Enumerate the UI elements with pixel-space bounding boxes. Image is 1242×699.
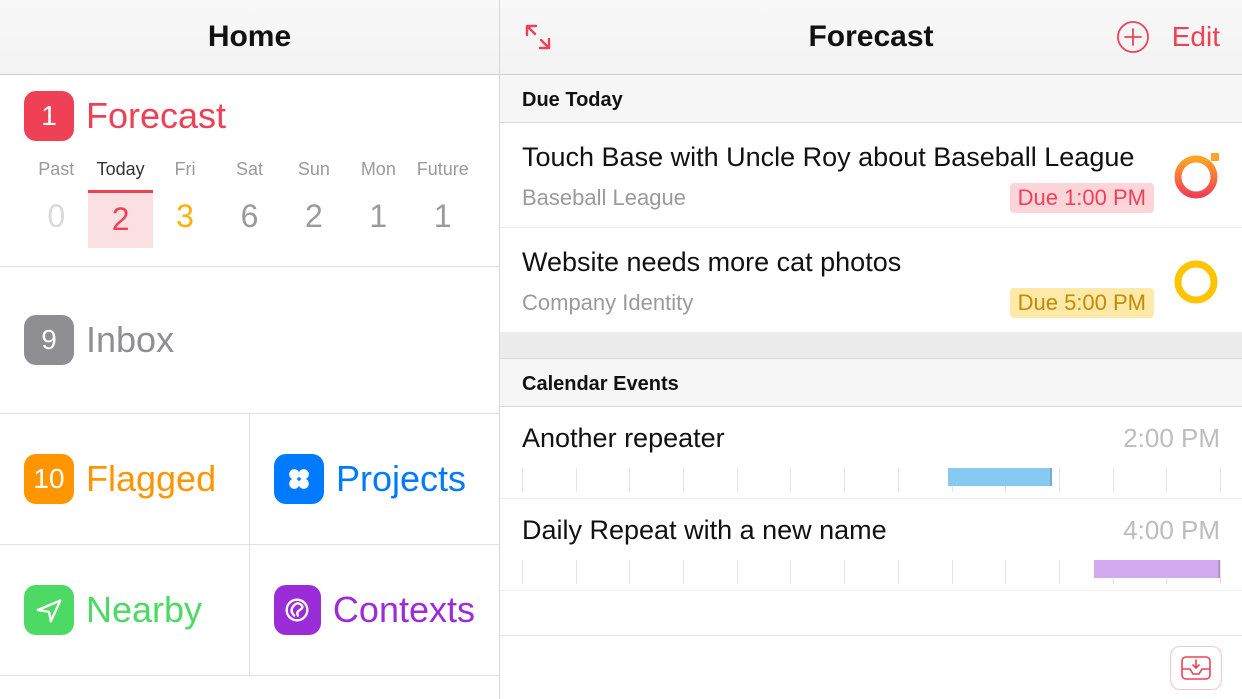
- event-bar: [948, 468, 1053, 486]
- tile-flagged[interactable]: 10 Flagged: [0, 414, 249, 545]
- flagged-label: Flagged: [86, 458, 216, 500]
- day-count: 2: [88, 190, 152, 248]
- forecast-pane: Forecast Edit Due Today Touch Base with …: [500, 0, 1242, 699]
- section-calendar: Calendar Events: [500, 359, 1242, 407]
- tile-inbox[interactable]: 9 Inbox: [0, 267, 499, 414]
- forecast-day[interactable]: Sat 6: [217, 159, 281, 248]
- inbox-badge: 9: [24, 315, 74, 365]
- day-label: Past: [24, 159, 88, 180]
- event-title: Another repeater: [522, 423, 725, 454]
- event-title: Daily Repeat with a new name: [522, 515, 887, 546]
- forecast-day[interactable]: Sun 2: [282, 159, 346, 248]
- contexts-label: Contexts: [333, 589, 475, 631]
- day-count: 2: [282, 190, 346, 245]
- forecast-title: Forecast: [808, 20, 933, 54]
- day-label: Sat: [217, 159, 281, 180]
- section-spacer: [500, 333, 1242, 359]
- tile-row-1: 10 Flagged Projects: [0, 414, 499, 545]
- task-list: Touch Base with Uncle Roy about Baseball…: [500, 123, 1242, 333]
- event-list: Another repeater 2:00 PM Daily Repeat with…: [500, 407, 1242, 591]
- forecast-day[interactable]: Past 0: [24, 159, 88, 248]
- day-label: Mon: [346, 159, 410, 180]
- section-due-today: Due Today: [500, 75, 1242, 123]
- forecast-day-strip: Past0Today2Fri3Sat6Sun2Mon1Future1: [24, 159, 475, 248]
- task-title: Touch Base with Uncle Roy about Baseball…: [522, 141, 1154, 175]
- task-title: Website needs more cat photos: [522, 246, 1154, 280]
- event-time: 4:00 PM: [1123, 515, 1220, 546]
- status-ring-icon[interactable]: [1172, 258, 1220, 306]
- forecast-label: Forecast: [86, 95, 226, 137]
- edit-button[interactable]: Edit: [1172, 21, 1220, 53]
- event-bar: [1094, 560, 1220, 578]
- projects-label: Projects: [336, 458, 466, 500]
- day-count: 6: [217, 190, 281, 245]
- tile-nearby[interactable]: Nearby: [0, 545, 249, 676]
- forecast-day[interactable]: Today 2: [88, 159, 152, 248]
- tile-forecast[interactable]: 1 Forecast Past0Today2Fri3Sat6Sun2Mon1Fu…: [0, 75, 499, 267]
- bottom-toolbar: [500, 635, 1242, 699]
- day-count: 1: [346, 190, 410, 245]
- day-label: Today: [88, 159, 152, 180]
- home-pane: Home 1 Forecast Past0Today2Fri3Sat6Sun2M…: [0, 0, 500, 699]
- forecast-row: 1 Forecast: [24, 91, 475, 141]
- task-project: Baseball League: [522, 185, 686, 211]
- expand-icon[interactable]: [522, 21, 554, 53]
- event-timeline: [522, 554, 1220, 584]
- day-label: Future: [411, 159, 475, 180]
- task-due: Due 5:00 PM: [1010, 288, 1154, 318]
- forecast-day[interactable]: Mon 1: [346, 159, 410, 248]
- event-timeline: [522, 462, 1220, 492]
- forecast-day[interactable]: Future 1: [411, 159, 475, 248]
- event-row[interactable]: Another repeater 2:00 PM: [500, 407, 1242, 499]
- task-row[interactable]: Touch Base with Uncle Roy about Baseball…: [500, 123, 1242, 228]
- day-label: Sun: [282, 159, 346, 180]
- day-count: 1: [411, 190, 475, 245]
- tile-contexts[interactable]: Contexts: [249, 545, 499, 676]
- task-project: Company Identity: [522, 290, 693, 316]
- inbox-label: Inbox: [86, 319, 174, 361]
- quick-inbox-button[interactable]: [1170, 646, 1222, 690]
- task-row[interactable]: Website needs more cat photos Company Ide…: [500, 228, 1242, 333]
- nearby-icon: [24, 585, 74, 635]
- contexts-icon: [274, 585, 321, 635]
- day-label: Fri: [153, 159, 217, 180]
- forecast-header: Forecast Edit: [500, 0, 1242, 75]
- event-row[interactable]: Daily Repeat with a new name 4:00 PM: [500, 499, 1242, 591]
- forecast-day[interactable]: Fri 3: [153, 159, 217, 248]
- nearby-label: Nearby: [86, 589, 202, 631]
- forecast-badge: 1: [24, 91, 74, 141]
- projects-icon: [274, 454, 324, 504]
- tile-row-2: Nearby Contexts: [0, 545, 499, 676]
- flagged-badge: 10: [24, 454, 74, 504]
- home-header: Home: [0, 0, 499, 75]
- tile-projects[interactable]: Projects: [249, 414, 499, 545]
- add-icon[interactable]: [1116, 20, 1150, 54]
- task-due: Due 1:00 PM: [1010, 183, 1154, 213]
- home-title: Home: [208, 20, 291, 54]
- day-count: 0: [24, 190, 88, 245]
- day-count: 3: [153, 190, 217, 245]
- event-time: 2:00 PM: [1123, 423, 1220, 454]
- status-ring-icon[interactable]: [1172, 153, 1220, 201]
